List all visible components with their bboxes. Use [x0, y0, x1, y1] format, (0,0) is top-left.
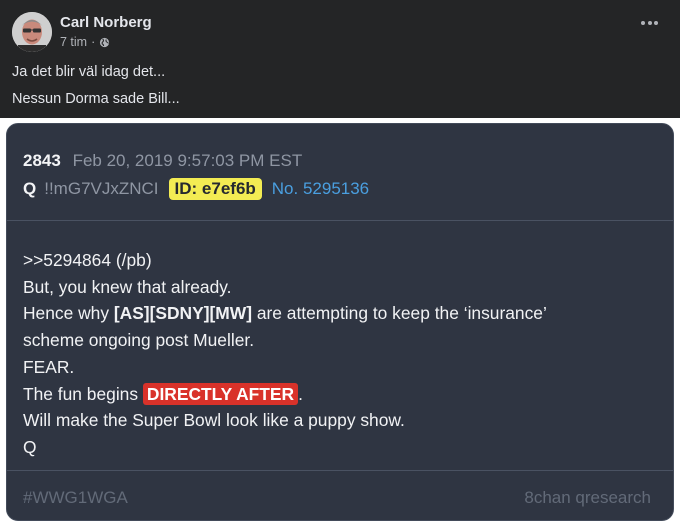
text-span: are attempting to keep the ‘insurance’ — [251, 303, 547, 324]
avatar-image — [12, 12, 52, 52]
q-post-header: 2843 Feb 20, 2019 9:57:03 PM EST Q !!mG7… — [7, 124, 673, 221]
hashtag: #WWG1WGA — [23, 488, 128, 507]
meta-separator: · — [91, 35, 96, 49]
body-line: Hence why [AS][SDNY][MW] are attempting … — [23, 300, 547, 327]
body-line: The fun begins DIRECTLY AFTER. — [23, 381, 547, 408]
text-span: . — [298, 383, 303, 404]
body-line: Q — [23, 436, 37, 457]
post-number: 2843 — [23, 151, 61, 170]
avatar[interactable] — [12, 12, 52, 52]
post-timestamp: Feb 20, 2019 9:57:03 PM EST — [72, 151, 303, 170]
body-line: scheme ongoing post Mueller. — [23, 330, 255, 351]
post-meta: 7 tim · — [60, 35, 110, 49]
highlight-text: DIRECTLY AFTER — [142, 382, 299, 405]
reply-reference: >>5294864 (/pb) — [23, 250, 152, 270]
more-options-icon[interactable] — [641, 21, 658, 25]
body-line: Will make the Super Bowl look like a pup… — [23, 410, 405, 431]
q-post-body: >>5294864 (/pb) But, you knew that alrea… — [23, 247, 547, 461]
text-span: Hence why — [23, 303, 114, 324]
globe-icon[interactable] — [99, 37, 110, 48]
post-no-link: No. 5295136 — [271, 179, 370, 198]
post-info-row: 2843 Feb 20, 2019 9:57:03 PM EST — [23, 151, 302, 171]
source-label: 8chan qresearch — [524, 488, 651, 507]
dot — [647, 21, 652, 25]
author-name[interactable]: Carl Norberg — [60, 14, 152, 31]
facebook-post: Carl Norberg 7 tim · Ja det blir väl ida… — [0, 0, 680, 118]
body-line: But, you knew that already. — [23, 276, 232, 297]
dot — [654, 21, 658, 25]
post-text-line: Ja det blir väl idag det... — [12, 64, 166, 80]
post-text-line: Nessun Dorma sade Bill... — [12, 91, 180, 107]
body-line: FEAR. — [23, 356, 75, 377]
poster-name: Q — [23, 179, 37, 198]
id-badge: ID: e7ef6b — [168, 178, 262, 200]
tripcode: !!mG7VJxZNCI — [44, 179, 159, 198]
shared-image-card[interactable]: 2843 Feb 20, 2019 9:57:03 PM EST Q !!mG7… — [6, 123, 674, 521]
q-post-footer: #WWG1WGA 8chan qresearch — [7, 470, 673, 520]
poster-row: Q !!mG7VJxZNCI ID: e7ef6b No. 5295136 — [23, 178, 369, 200]
bold-text: [AS][SDNY][MW] — [113, 303, 252, 324]
post-time[interactable]: 7 tim — [60, 35, 87, 49]
text-span: The fun begins — [23, 383, 143, 404]
dot — [641, 21, 645, 25]
